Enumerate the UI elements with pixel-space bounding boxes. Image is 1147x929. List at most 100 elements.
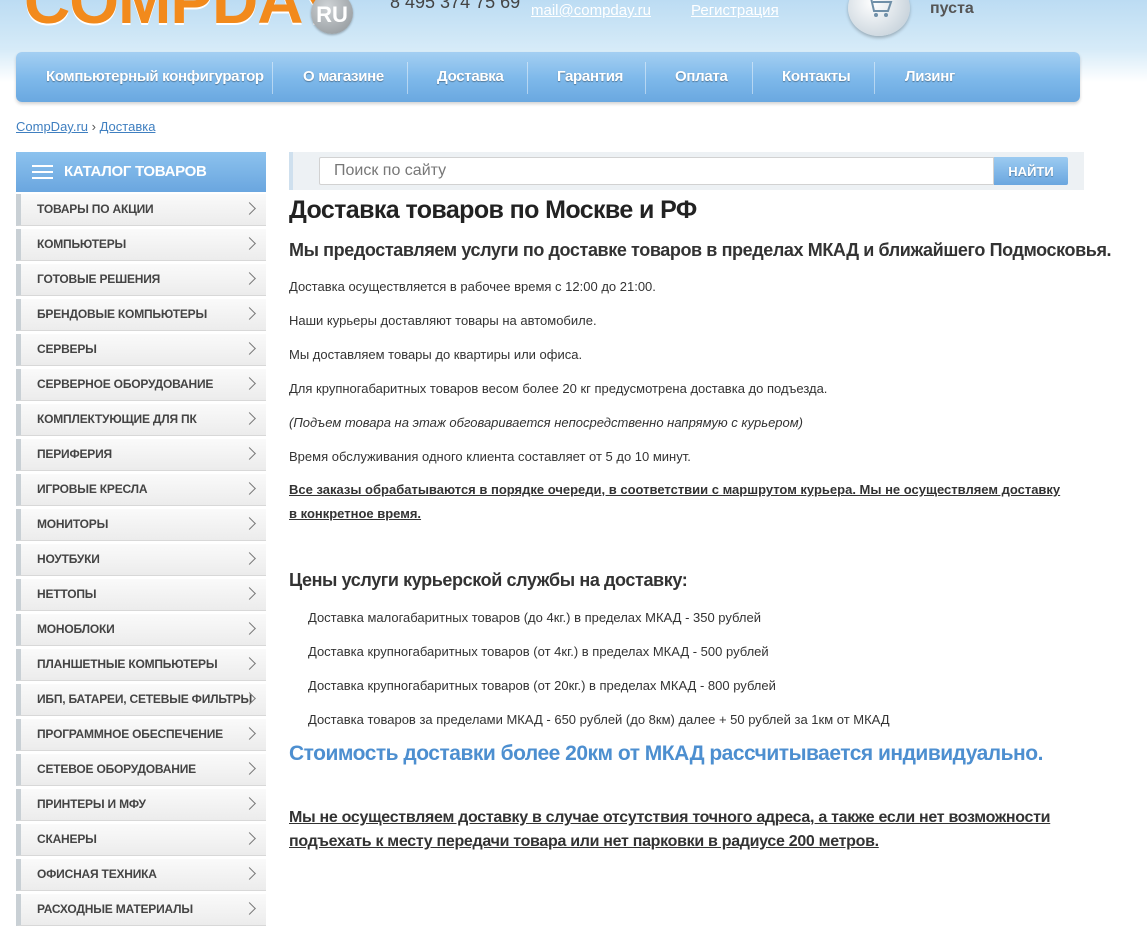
nav-divider: [874, 62, 875, 94]
price-item: Доставка крупногабаритных товаров (от 4к…: [308, 644, 769, 659]
catalog-item-ready-solutions[interactable]: ГОТОВЫЕ РЕШЕНИЯ: [16, 264, 266, 296]
catalog-item-monitors[interactable]: МОНИТОРЫ: [16, 509, 266, 541]
breadcrumb: CompDay.ru › Доставка: [16, 119, 155, 134]
breadcrumb-separator: ›: [91, 119, 96, 134]
catalog-item-network[interactable]: СЕТЕВОЕ ОБОРУДОВАНИЕ: [16, 754, 266, 786]
catalog-item-label: СЕРВЕРЫ: [37, 342, 97, 356]
search-button[interactable]: НАЙТИ: [994, 157, 1068, 185]
chevron-right-icon: [243, 727, 256, 740]
menu-burger-icon: [32, 165, 53, 180]
chevron-right-icon: [243, 517, 256, 530]
nav-divider: [752, 62, 753, 94]
chevron-right-icon: [243, 762, 256, 775]
chevron-right-icon: [243, 622, 256, 635]
paragraph-important: Все заказы обрабатываются в порядке очер…: [289, 482, 1061, 521]
catalog-item-brand-computers[interactable]: БРЕНДОВЫЕ КОМПЬЮТЕРЫ: [16, 299, 266, 331]
chevron-right-icon: [243, 657, 256, 670]
chevron-right-icon: [243, 342, 256, 355]
page-title: Доставка товаров по Москве и РФ: [289, 196, 697, 224]
catalog-item-label: НЕТТОПЫ: [37, 587, 97, 601]
chevron-right-icon: [243, 832, 256, 845]
main-nav: Компьютерный конфигуратор О магазине Дос…: [16, 52, 1080, 102]
breadcrumb-current-link[interactable]: Доставка: [100, 119, 156, 134]
nav-divider: [645, 62, 646, 94]
catalog-item-label: МОНОБЛОКИ: [37, 622, 115, 636]
paragraph: Доставка осуществляется в рабочее время …: [289, 279, 656, 294]
catalog-item-label: КОМПЛЕКТУЮЩИЕ ДЛЯ ПК: [37, 412, 197, 426]
chevron-right-icon: [243, 202, 256, 215]
catalog-item-label: ПРОГРАММНОЕ ОБЕСПЕЧЕНИЕ: [37, 727, 223, 741]
catalog-item-ups[interactable]: ИБП, БАТАРЕИ, СЕТЕВЫЕ ФИЛЬТРЫ: [16, 684, 266, 716]
catalog-item-label: НОУТБУКИ: [37, 552, 100, 566]
catalog-item-label: КОМПЬЮТЕРЫ: [37, 237, 127, 251]
catalog-item-label: РАСХОДНЫЕ МАТЕРИАЛЫ: [37, 902, 193, 916]
chevron-right-icon: [243, 587, 256, 600]
chevron-right-icon: [243, 482, 256, 495]
catalog-item-label: ТОВАРЫ ПО АКЦИИ: [37, 202, 154, 216]
chevron-right-icon: [243, 377, 256, 390]
search-input[interactable]: [319, 157, 994, 185]
nav-item-configurator[interactable]: Компьютерный конфигуратор: [46, 52, 264, 102]
catalog-item-software[interactable]: ПРОГРАММНОЕ ОБЕСПЕЧЕНИЕ: [16, 719, 266, 751]
paragraph: Наши курьеры доставляют товары на автомо…: [289, 313, 597, 328]
cart-status: пуста: [930, 0, 974, 17]
nav-divider: [272, 62, 273, 94]
catalog-item-computers[interactable]: КОМПЬЮТЕРЫ: [16, 229, 266, 261]
price-item: Доставка крупногабаритных товаров (от 20…: [308, 678, 776, 693]
register-link[interactable]: Регистрация: [691, 2, 779, 19]
chevron-right-icon: [243, 902, 256, 915]
chevron-right-icon: [243, 797, 256, 810]
catalog-item-promo[interactable]: ТОВАРЫ ПО АКЦИИ: [16, 194, 266, 226]
catalog-title: КАТАЛОГ ТОВАРОВ: [64, 163, 207, 180]
paragraph: Мы доставляем товары до квартиры или офи…: [289, 347, 583, 362]
nav-item-warranty[interactable]: Гарантия: [557, 52, 623, 102]
nav-item-about[interactable]: О магазине: [303, 52, 384, 102]
catalog-item-label: ПЕРИФЕРИЯ: [37, 447, 112, 461]
catalog-header[interactable]: КАТАЛОГ ТОВАРОВ: [16, 152, 266, 192]
catalog-item-printers[interactable]: ПРИНТЕРЫ И МФУ: [16, 789, 266, 821]
catalog-item-label: ИГРОВЫЕ КРЕСЛА: [37, 482, 148, 496]
catalog-item-label: ИБП, БАТАРЕИ, СЕТЕВЫЕ ФИЛЬТРЫ: [37, 692, 253, 706]
catalog-item-label: СКАНЕРЫ: [37, 832, 97, 846]
chevron-right-icon: [243, 307, 256, 320]
nav-item-payment[interactable]: Оплата: [675, 52, 728, 102]
catalog-item-scanners[interactable]: СКАНЕРЫ: [16, 824, 266, 856]
catalog-item-consumables[interactable]: РАСХОДНЫЕ МАТЕРИАЛЫ: [16, 894, 266, 926]
nav-item-contacts[interactable]: Контакты: [782, 52, 851, 102]
highlight-note: Стоимость доставки более 20км от МКАД ра…: [289, 742, 1043, 765]
catalog-item-servers[interactable]: СЕРВЕРЫ: [16, 334, 266, 366]
paragraph-note: (Подъем товара на этаж обговаривается не…: [289, 415, 803, 430]
catalog-item-label: ОФИСНАЯ ТЕХНИКА: [37, 867, 157, 881]
nav-item-delivery[interactable]: Доставка: [437, 52, 504, 102]
catalog-item-label: БРЕНДОВЫЕ КОМПЬЮТЕРЫ: [37, 307, 208, 321]
nav-divider: [527, 62, 528, 94]
chevron-right-icon: [243, 237, 256, 250]
warning-note: Мы не осуществляем доставку в случае отс…: [289, 809, 1051, 850]
catalog-item-label: СЕРВЕРНОЕ ОБОРУДОВАНИЕ: [37, 377, 214, 391]
catalog-item-tablets[interactable]: ПЛАНШЕТНЫЕ КОМПЬЮТЕРЫ: [16, 649, 266, 681]
site-logo[interactable]: COMPDAY: [24, 0, 339, 38]
header-phone: 8 495 374 75 69: [390, 0, 521, 12]
catalog-item-peripherals[interactable]: ПЕРИФЕРИЯ: [16, 439, 266, 471]
catalog-item-label: ГОТОВЫЕ РЕШЕНИЯ: [37, 272, 161, 286]
catalog-item-label: МОНИТОРЫ: [37, 517, 109, 531]
catalog-item-gaming-chairs[interactable]: ИГРОВЫЕ КРЕСЛА: [16, 474, 266, 506]
search-bar: НАЙТИ: [289, 152, 1084, 190]
cart-glyph-icon: [870, 0, 893, 17]
catalog-item-server-equipment[interactable]: СЕРВЕРНОЕ ОБОРУДОВАНИЕ: [16, 369, 266, 401]
catalog-item-pc-components[interactable]: КОМПЛЕКТУЮЩИЕ ДЛЯ ПК: [16, 404, 266, 436]
catalog-item-office[interactable]: ОФИСНАЯ ТЕХНИКА: [16, 859, 266, 891]
page-subtitle: Мы предоставляем услуги по доставке това…: [289, 240, 1112, 260]
breadcrumb-home-link[interactable]: CompDay.ru: [16, 119, 88, 134]
paragraph: Для крупногабаритных товаров весом более…: [289, 381, 828, 396]
email-link[interactable]: mail@compday.ru: [531, 2, 651, 19]
nav-divider: [407, 62, 408, 94]
nav-item-leasing[interactable]: Лизинг: [905, 52, 955, 102]
catalog-item-nettops[interactable]: НЕТТОПЫ: [16, 579, 266, 611]
price-item: Доставка товаров за пределами МКАД - 650…: [308, 712, 890, 727]
catalog-item-laptops[interactable]: НОУТБУКИ: [16, 544, 266, 576]
catalog-item-label: ПРИНТЕРЫ И МФУ: [37, 797, 146, 811]
catalog-item-monoblocks[interactable]: МОНОБЛОКИ: [16, 614, 266, 646]
chevron-right-icon: [243, 412, 256, 425]
catalog-item-label: СЕТЕВОЕ ОБОРУДОВАНИЕ: [37, 762, 196, 776]
